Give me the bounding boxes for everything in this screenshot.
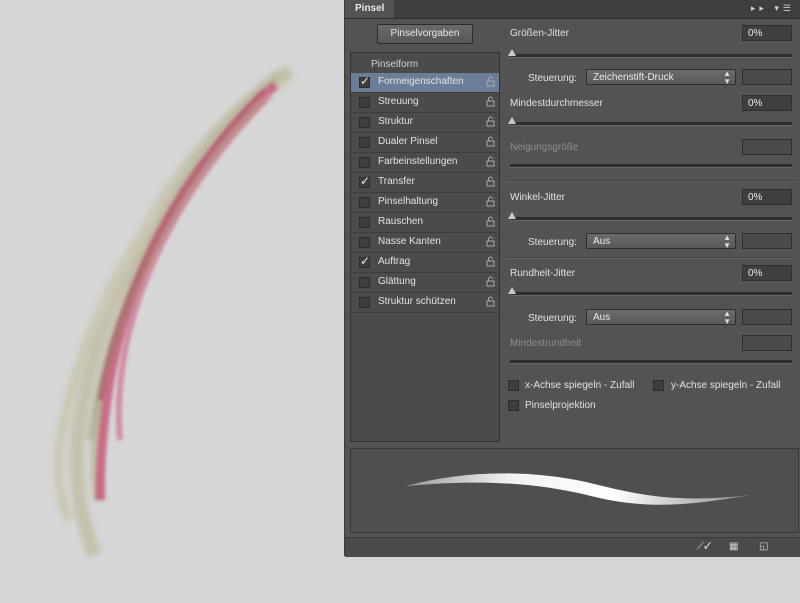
divider xyxy=(505,257,797,259)
checkbox[interactable]: ✓ xyxy=(359,174,371,188)
list-item[interactable]: Nasse Kanten xyxy=(351,233,499,253)
list-item[interactable]: ✓ Auftrag xyxy=(351,253,499,273)
check-icon: ✓ xyxy=(360,254,371,268)
panel-menu-icon[interactable]: ▾☰ xyxy=(774,3,795,13)
list-item[interactable]: ✓ Formeigenschaften xyxy=(351,73,499,93)
projection-checkbox[interactable] xyxy=(508,400,519,411)
chevron-updown-icon: ▲ ▼ xyxy=(723,69,731,86)
lock-icon[interactable] xyxy=(486,96,495,107)
angle-jitter-field[interactable]: 0% xyxy=(742,189,792,205)
roundness-jitter-field[interactable]: 0% xyxy=(742,265,792,281)
stroke-preview xyxy=(350,448,799,533)
lock-icon[interactable] xyxy=(486,136,495,147)
slider-thumb[interactable] xyxy=(508,49,516,56)
flip-x-label: x-Achse spiegeln - Zufall xyxy=(525,380,635,391)
size-control-value-field xyxy=(742,69,792,85)
min-roundness-field xyxy=(742,335,792,351)
list-item[interactable]: Struktur schützen xyxy=(351,293,499,313)
section-title-brush-tip[interactable]: Pinselform xyxy=(371,59,418,70)
slider-thumb[interactable] xyxy=(508,117,516,124)
shape-dynamics-settings: Größen-Jitter 0% Steuerung: Zeichenstift… xyxy=(505,18,797,438)
lock-icon[interactable] xyxy=(486,296,495,307)
lock-icon[interactable] xyxy=(486,176,495,187)
lock-icon[interactable] xyxy=(486,216,495,227)
double-arrow-icon[interactable]: ▸▸ xyxy=(751,3,768,13)
projection-label: Pinselprojektion xyxy=(525,400,596,411)
slider-thumb[interactable] xyxy=(508,287,516,294)
roundness-jitter-slider[interactable] xyxy=(508,287,792,296)
brush-stroke-artwork xyxy=(53,64,294,558)
brush-toggle-icon[interactable]: ⟋✓ xyxy=(697,541,712,552)
checkbox[interactable] xyxy=(359,237,370,248)
min-roundness-label: Mindestrundheit xyxy=(510,338,582,349)
lock-icon[interactable] xyxy=(486,236,495,247)
list-item[interactable]: Dualer Pinsel xyxy=(351,133,499,153)
brush-settings-list: Pinselform ✓ Formeigenschaften Streuung … xyxy=(350,52,500,442)
lock-icon[interactable] xyxy=(486,196,495,207)
size-jitter-label: Größen-Jitter xyxy=(510,28,569,39)
size-control-select[interactable]: Zeichenstift-Druck ▲ ▼ xyxy=(586,69,736,86)
list-item[interactable]: Rauschen xyxy=(351,213,499,233)
angle-control-label: Steuerung: xyxy=(528,237,577,248)
chevron-updown-icon: ▲ ▼ xyxy=(723,233,731,250)
min-diameter-field[interactable]: 0% xyxy=(742,95,792,111)
roundness-control-value-field xyxy=(742,309,792,325)
chevron-updown-icon: ▲ ▼ xyxy=(723,309,731,326)
roundness-jitter-label: Rundheit-Jitter xyxy=(510,268,576,279)
list-item[interactable]: Streuung xyxy=(351,93,499,113)
checkbox[interactable]: ✓ xyxy=(359,74,371,88)
checkbox[interactable] xyxy=(359,97,370,108)
lock-icon[interactable] xyxy=(486,116,495,127)
flip-x-checkbox[interactable] xyxy=(508,380,519,391)
size-jitter-slider[interactable] xyxy=(508,49,792,58)
panel-titlebar: Pinsel ▸▸ ▾☰ xyxy=(345,0,800,19)
tilt-scale-slider xyxy=(510,164,792,168)
panel-footer: ⟋✓ ▦ ◱ xyxy=(345,537,800,557)
slider-thumb[interactable] xyxy=(508,212,516,219)
size-jitter-field[interactable]: 0% xyxy=(742,25,792,41)
checkbox[interactable] xyxy=(359,137,370,148)
roundness-control-select[interactable]: Aus ▲ ▼ xyxy=(586,309,736,326)
checkbox[interactable] xyxy=(359,297,370,308)
roundness-control-label: Steuerung: xyxy=(528,313,577,324)
check-icon: ✓ xyxy=(360,174,371,188)
document-canvas[interactable] xyxy=(0,0,344,600)
list-item[interactable]: Farbeinstellungen xyxy=(351,153,499,173)
divider xyxy=(505,180,797,182)
checkbox[interactable] xyxy=(359,277,370,288)
list-item[interactable]: ✓ Transfer xyxy=(351,173,499,193)
tilt-scale-label: Neigungsgröße xyxy=(510,142,579,153)
checkbox[interactable] xyxy=(359,197,370,208)
min-diameter-label: Mindestdurchmesser xyxy=(510,98,603,109)
lock-icon[interactable] xyxy=(486,156,495,167)
grid-icon[interactable]: ▦ xyxy=(729,541,738,552)
new-preset-icon[interactable]: ◱ xyxy=(759,541,768,552)
list-item[interactable]: Struktur xyxy=(351,113,499,133)
list-item[interactable]: Pinselhaltung xyxy=(351,193,499,213)
min-diameter-slider[interactable] xyxy=(508,117,792,126)
checkbox[interactable] xyxy=(359,117,370,128)
tilt-scale-field xyxy=(742,139,792,155)
min-roundness-slider xyxy=(510,360,792,364)
lock-icon[interactable] xyxy=(486,276,495,287)
check-icon: ✓ xyxy=(360,74,371,88)
flip-y-checkbox[interactable] xyxy=(653,380,664,391)
checkbox[interactable]: ✓ xyxy=(359,254,371,268)
angle-control-value-field xyxy=(742,233,792,249)
angle-control-select[interactable]: Aus ▲ ▼ xyxy=(586,233,736,250)
angle-jitter-label: Winkel-Jitter xyxy=(510,192,566,203)
size-control-label: Steuerung: xyxy=(528,73,577,84)
brush-panel: Pinsel ▸▸ ▾☰ Pinselvorgaben Pinselform ✓… xyxy=(344,0,800,557)
checkbox[interactable] xyxy=(359,217,370,228)
brush-presets-button[interactable]: Pinselvorgaben xyxy=(377,24,473,44)
lock-icon[interactable] xyxy=(486,76,495,87)
flip-y-label: y-Achse spiegeln - Zufall xyxy=(671,380,781,391)
angle-jitter-slider[interactable] xyxy=(508,212,792,221)
checkbox[interactable] xyxy=(359,157,370,168)
list-item[interactable]: Glättung xyxy=(351,273,499,293)
stroke-preview-image xyxy=(406,473,751,505)
lock-icon[interactable] xyxy=(486,256,495,267)
tab-pinsel[interactable]: Pinsel xyxy=(345,0,395,18)
